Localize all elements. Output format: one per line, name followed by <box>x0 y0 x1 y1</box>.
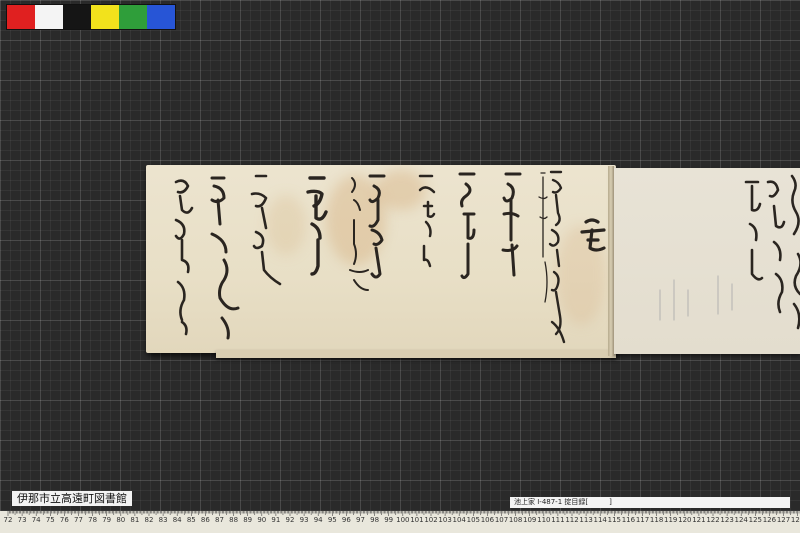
ruler-number: 103 <box>438 516 452 524</box>
ruler-number: 80 <box>116 516 126 524</box>
ruler-number: 118 <box>649 516 664 524</box>
photo-stage: 伊那市立高遠町図書館 池上家 I-487-1 掟目録[ ] 72 73 74 75 76… <box>0 0 800 533</box>
ruler-number: 76 <box>59 516 69 524</box>
ruler-number: 82 <box>144 516 154 524</box>
ruler-number: 110 <box>537 516 551 524</box>
ruler-number: 73 <box>17 516 27 524</box>
ruler-number: 87 <box>215 516 224 524</box>
ruler-number: 126 <box>762 516 777 524</box>
catalog-label: 池上家 I-487-1 掟目録[ ] <box>510 497 790 508</box>
measuring-ruler: 72 73 74 75 76 77 78 79 80 81 82 83 84 85 86 87 88 89 90 91… <box>0 511 800 533</box>
ruler-number: 94 <box>313 516 323 524</box>
ruler-number: 124 <box>734 516 748 524</box>
ruler-number: 96 <box>341 516 351 524</box>
library-name-label: 伊那市立高遠町図書館 <box>12 491 132 506</box>
ruler-number: 116 <box>621 516 636 524</box>
ruler-number: 102 <box>424 516 438 524</box>
ruler-number: 106 <box>480 516 495 524</box>
ruler-number: 101 <box>410 516 424 524</box>
ruler-number: 123 <box>720 516 734 524</box>
ruler-number: 117 <box>635 516 650 524</box>
ruler-number: 112 <box>565 516 579 524</box>
ruler-number: 72 <box>3 516 13 524</box>
ruler-number: 97 <box>356 516 365 524</box>
ruler-number: 120 <box>678 516 692 524</box>
ruler-number: 109 <box>523 516 537 524</box>
ruler-number: 105 <box>466 516 480 524</box>
ruler-number: 122 <box>706 516 720 524</box>
ruler-number: 99 <box>384 516 394 524</box>
ruler-number: 115 <box>607 516 621 524</box>
ruler-number: 113 <box>579 516 593 524</box>
ruler-number: 81 <box>130 516 140 524</box>
ruler-number: 121 <box>692 516 706 524</box>
ruler-number: 107 <box>494 516 509 524</box>
ruler-number: 119 <box>664 516 678 524</box>
ruler-number: 95 <box>327 516 337 524</box>
ruler-number: 93 <box>299 516 309 524</box>
ruler-number: 91 <box>271 516 281 524</box>
ruler-number: 85 <box>186 516 196 524</box>
ruler-number: 98 <box>370 516 380 524</box>
ruler-number: 92 <box>285 516 295 524</box>
ruler-number: 86 <box>200 516 210 524</box>
handwritten-text-image <box>174 170 800 344</box>
ruler-number: 75 <box>45 516 55 524</box>
ruler-number: 84 <box>172 516 182 524</box>
ruler-number: 78 <box>88 516 98 524</box>
ruler-number: 79 <box>102 516 112 524</box>
ruler-number: 104 <box>452 516 466 524</box>
ruler-number: 128 <box>790 516 800 524</box>
ruler-number: 83 <box>158 516 168 524</box>
ruler-number: 100 <box>396 516 410 524</box>
ruler-number: 90 <box>257 516 267 524</box>
ruler-number: 114 <box>593 516 607 524</box>
ruler-number: 77 <box>74 516 83 524</box>
ruler-number: 89 <box>243 516 253 524</box>
ruler-number: 88 <box>229 516 239 524</box>
ruler-number: 111 <box>551 516 565 524</box>
ruler-number: 74 <box>31 516 41 524</box>
ruler-number: 108 <box>508 516 523 524</box>
ruler-numbers: 72 73 74 75 76 77 78 79 80 81 82 83 84 85 86 87 88 89 90 91… <box>0 516 800 528</box>
ruler-number: 125 <box>748 516 762 524</box>
ruler-number: 127 <box>776 516 791 524</box>
